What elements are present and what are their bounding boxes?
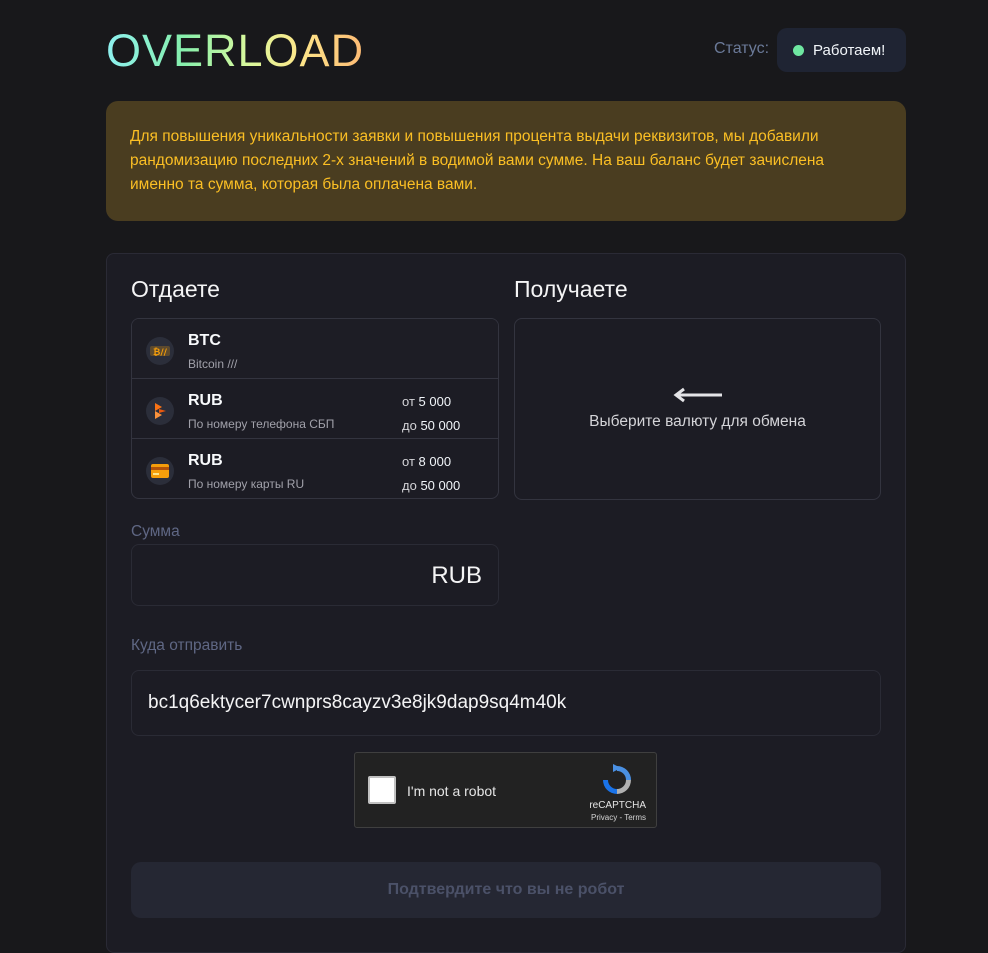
sum-input[interactable] — [132, 545, 422, 605]
sum-field: RUB — [131, 544, 499, 606]
recaptcha-links[interactable]: Privacy - Terms — [355, 813, 658, 822]
arrow-left-icon — [673, 387, 722, 403]
limit-max-label: до — [402, 478, 417, 493]
address-label: Куда отправить — [131, 637, 243, 654]
recaptcha-brand: reCAPTCHA — [589, 800, 646, 811]
limit-min: 8 000 — [418, 454, 452, 469]
status-badge: Работаем! — [777, 28, 906, 72]
limit-max: 50 000 — [420, 478, 461, 493]
limit-min-label: от — [402, 454, 415, 469]
logo[interactable]: OVERLOAD — [106, 26, 364, 76]
sum-currency: RUB — [431, 562, 482, 589]
currency-subtitle: По номеру телефона СБП — [188, 417, 335, 431]
status-dot — [793, 44, 804, 56]
currency-subtitle: Bitcoin /// — [188, 357, 238, 371]
give-title: Отдаете — [131, 276, 220, 302]
sbp-icon — [146, 397, 174, 425]
notice-banner: Для повышения уникальности заявки и повы… — [106, 101, 906, 221]
recaptcha-widget: I'm not a robot reCAPTCHA Privacy - Term… — [354, 752, 657, 828]
status-label: Статус: — [714, 40, 770, 57]
currency-code: RUB — [188, 392, 223, 409]
get-title: Получаете — [514, 276, 628, 302]
currency-code: RUB — [188, 452, 223, 469]
status-text: Работаем! — [813, 41, 886, 59]
recaptcha-label: I'm not a robot — [407, 783, 497, 799]
currency-item-btc[interactable]: ₿// BTC Bitcoin /// — [132, 319, 498, 379]
currency-subtitle: По номеру карты RU — [188, 477, 305, 491]
recaptcha-icon — [603, 764, 631, 794]
currency-limits: от 5 000 до 50 000 — [402, 390, 460, 438]
get-currency-placeholder: Выберите валюту для обмена — [514, 318, 881, 500]
exchange-card: Отдаете Получаете ₿// BTC Bitcoin /// RU… — [106, 253, 906, 953]
give-currency-list: ₿// BTC Bitcoin /// RUB По номеру телефо… — [131, 318, 499, 499]
currency-code: BTC — [188, 332, 221, 349]
card-icon — [146, 457, 174, 485]
limit-max: 50 000 — [420, 418, 461, 433]
limit-max-label: до — [402, 418, 417, 433]
svg-text:₿//: ₿// — [153, 347, 168, 358]
address-field — [131, 670, 881, 736]
address-input[interactable] — [132, 671, 880, 735]
get-hint: Выберите валюту для обмена — [589, 413, 806, 430]
currency-limits: от 8 000 до 50 000 — [402, 450, 460, 498]
currency-item-rub-sbp[interactable]: RUB По номеру телефона СБП от 5 000 до 5… — [132, 379, 498, 439]
bitcoin-icon: ₿// — [146, 337, 174, 365]
currency-item-rub-card[interactable]: RUB По номеру карты RU от 8 000 до 50 00… — [132, 439, 498, 498]
limit-min-label: от — [402, 394, 415, 409]
sum-label: Сумма — [131, 523, 180, 540]
submit-button[interactable]: Подтвердите что вы не робот — [131, 862, 881, 918]
limit-min: 5 000 — [418, 394, 452, 409]
